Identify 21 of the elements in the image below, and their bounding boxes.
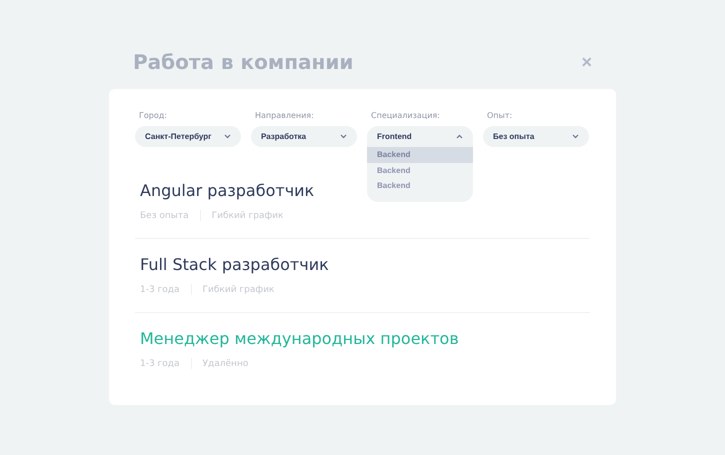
chevron-icon: [224, 134, 231, 139]
job-title-link[interactable]: Full Stack разработчик: [140, 255, 329, 274]
dropdown-select[interactable]: Разработка: [251, 126, 357, 147]
chevron-icon: [456, 134, 463, 139]
chevron-icon: [340, 134, 347, 139]
dropdown-select[interactable]: Без опыта: [483, 126, 589, 147]
job-title-link[interactable]: Angular разработчик: [140, 181, 314, 200]
filter-label: Город:: [138, 111, 168, 120]
experience-text: Без опыта: [140, 210, 189, 220]
experience-text: 1-3 года: [140, 284, 180, 294]
experience-text: 1-3 года: [140, 358, 180, 368]
filter-label: Специализация:: [370, 111, 441, 120]
schedule-text: Гибкий график: [202, 284, 274, 294]
filter-label: Направления:: [254, 111, 315, 120]
dropdown-select[interactable]: Frontend: [367, 126, 473, 147]
schedule-text: Удалённо: [202, 358, 248, 368]
filter-label: Опыт:: [486, 111, 514, 120]
schedule-text: Гибкий график: [212, 210, 284, 220]
chevron-icon: [572, 134, 579, 139]
dropdown-select[interactable]: Санкт-Петербург: [135, 126, 241, 147]
page-title: Работа в компании: [133, 50, 354, 74]
